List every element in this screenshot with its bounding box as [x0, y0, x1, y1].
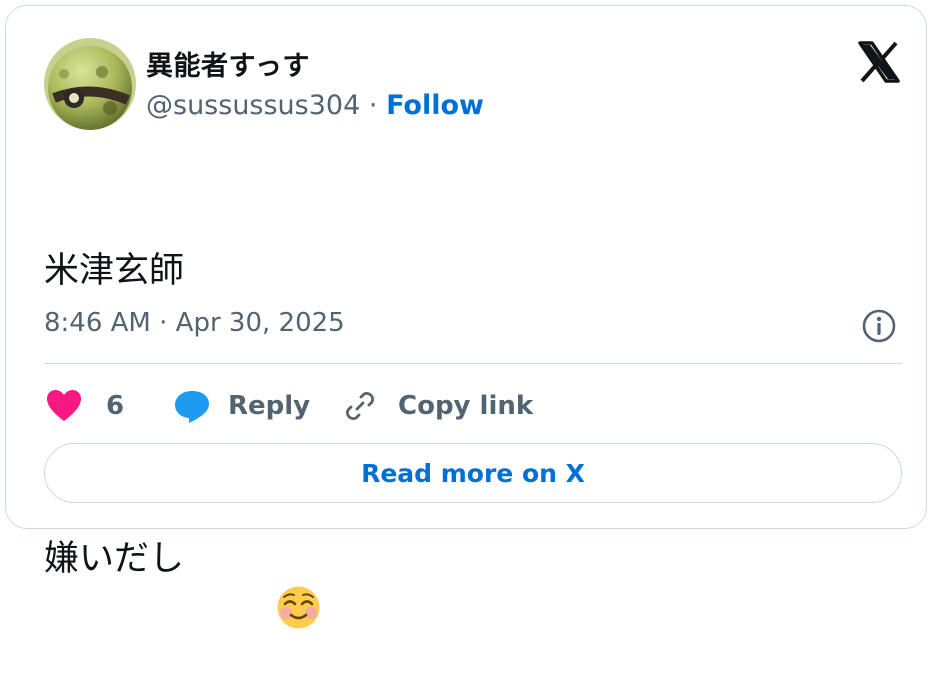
reply-button[interactable]: Reply [172, 382, 310, 430]
avatar[interactable] [44, 38, 136, 130]
info-icon[interactable] [861, 308, 897, 344]
separator: · [368, 90, 378, 121]
reply-label: Reply [228, 391, 311, 421]
divider [44, 363, 902, 364]
like-button[interactable]: 6 [44, 382, 124, 430]
like-count: 6 [106, 391, 125, 421]
tweet-embed-card: 異能者すっす @sussussus304 · Follow 米津玄師 嫌いだし [5, 5, 927, 628]
link-icon [342, 388, 378, 424]
tweet-line: 米津玄師 [44, 251, 185, 291]
heart-icon [44, 386, 84, 426]
author-handle[interactable]: @sussussus304 [146, 90, 360, 121]
author-display-name[interactable]: 異能者すっす [146, 44, 310, 83]
tweet-timestamp[interactable]: 8:46 AM · Apr 30, 2025 [44, 308, 345, 338]
read-more-button[interactable]: Read more on X [44, 443, 902, 503]
author-handle-row: @sussussus304 · Follow [146, 90, 484, 121]
tweet-line-text: 嫌いだし [44, 539, 185, 579]
copy-link-label: Copy link [398, 391, 534, 421]
follow-link[interactable]: Follow [386, 90, 484, 121]
copy-link-button[interactable]: Copy link [342, 382, 533, 430]
smiling-face-emoji-icon [186, 536, 320, 628]
reply-bubble-icon [172, 386, 212, 426]
x-logo-icon[interactable] [858, 41, 900, 83]
tweet-line: 嫌いだし [44, 535, 320, 628]
